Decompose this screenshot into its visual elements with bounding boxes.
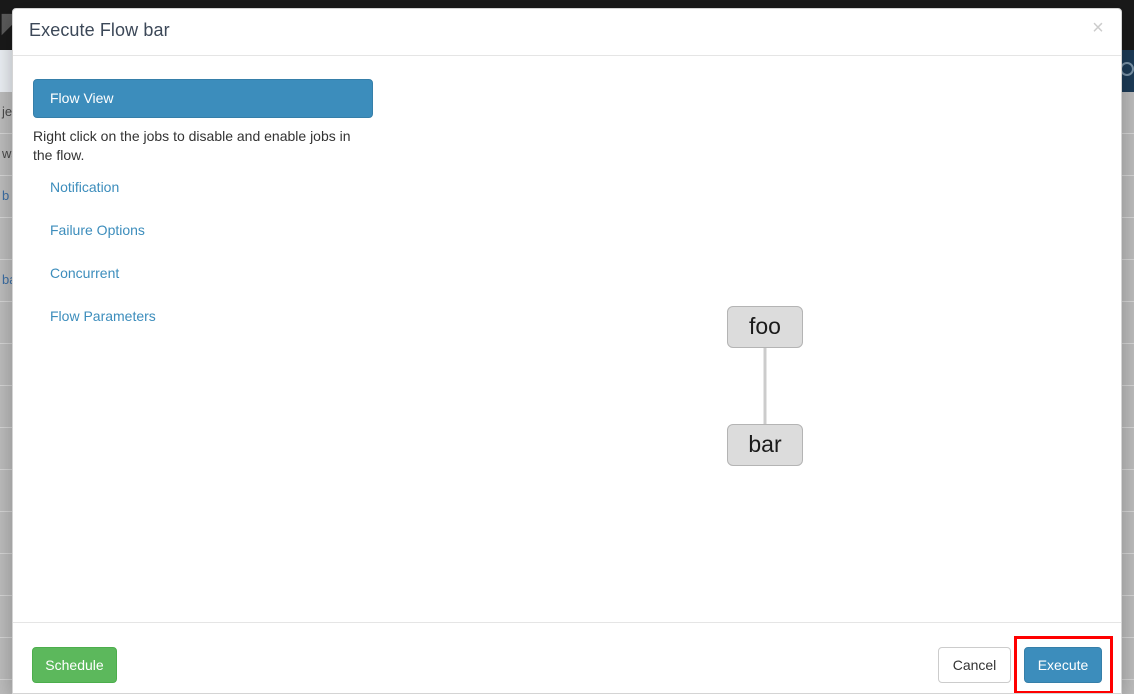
panel-description: Right click on the jobs to disable and e…: [33, 128, 351, 163]
modal-body: Flow View Right click on the jobs to dis…: [13, 56, 1121, 622]
table-cell[interactable]: b: [2, 188, 9, 203]
close-icon[interactable]: ×: [1087, 17, 1109, 39]
panel-link-list: Notification Failure Options Concurrent Flo…: [33, 179, 373, 324]
flow-node-foo[interactable]: foo: [727, 306, 803, 348]
panel-link-concurrent[interactable]: Concurrent: [50, 265, 119, 281]
panel-link-notification[interactable]: Notification: [50, 179, 119, 195]
flow-graph-canvas[interactable]: foo bar: [403, 56, 1121, 622]
cancel-button[interactable]: Cancel: [938, 647, 1011, 683]
page-title: Execute Flow bar: [29, 20, 170, 40]
panel-link-flow-parameters[interactable]: Flow Parameters: [50, 308, 156, 324]
modal-header: Execute Flow bar ×: [13, 9, 1121, 56]
modal-footer: Schedule Cancel Execute: [13, 622, 1121, 693]
panel-heading-label: Flow View: [50, 90, 114, 106]
execute-flow-modal: Execute Flow bar × Flow View Right click…: [12, 8, 1122, 694]
table-cell: je: [2, 104, 13, 119]
schedule-button[interactable]: Schedule: [32, 647, 117, 683]
flow-node-bar[interactable]: bar: [727, 424, 803, 466]
search-icon[interactable]: [1120, 62, 1134, 76]
execute-button[interactable]: Execute: [1024, 647, 1102, 683]
tab-flow-view[interactable]: Flow View: [33, 79, 373, 118]
panel-link-failure-options[interactable]: Failure Options: [50, 222, 145, 238]
flow-options-panel: Flow View Right click on the jobs to dis…: [33, 79, 373, 324]
